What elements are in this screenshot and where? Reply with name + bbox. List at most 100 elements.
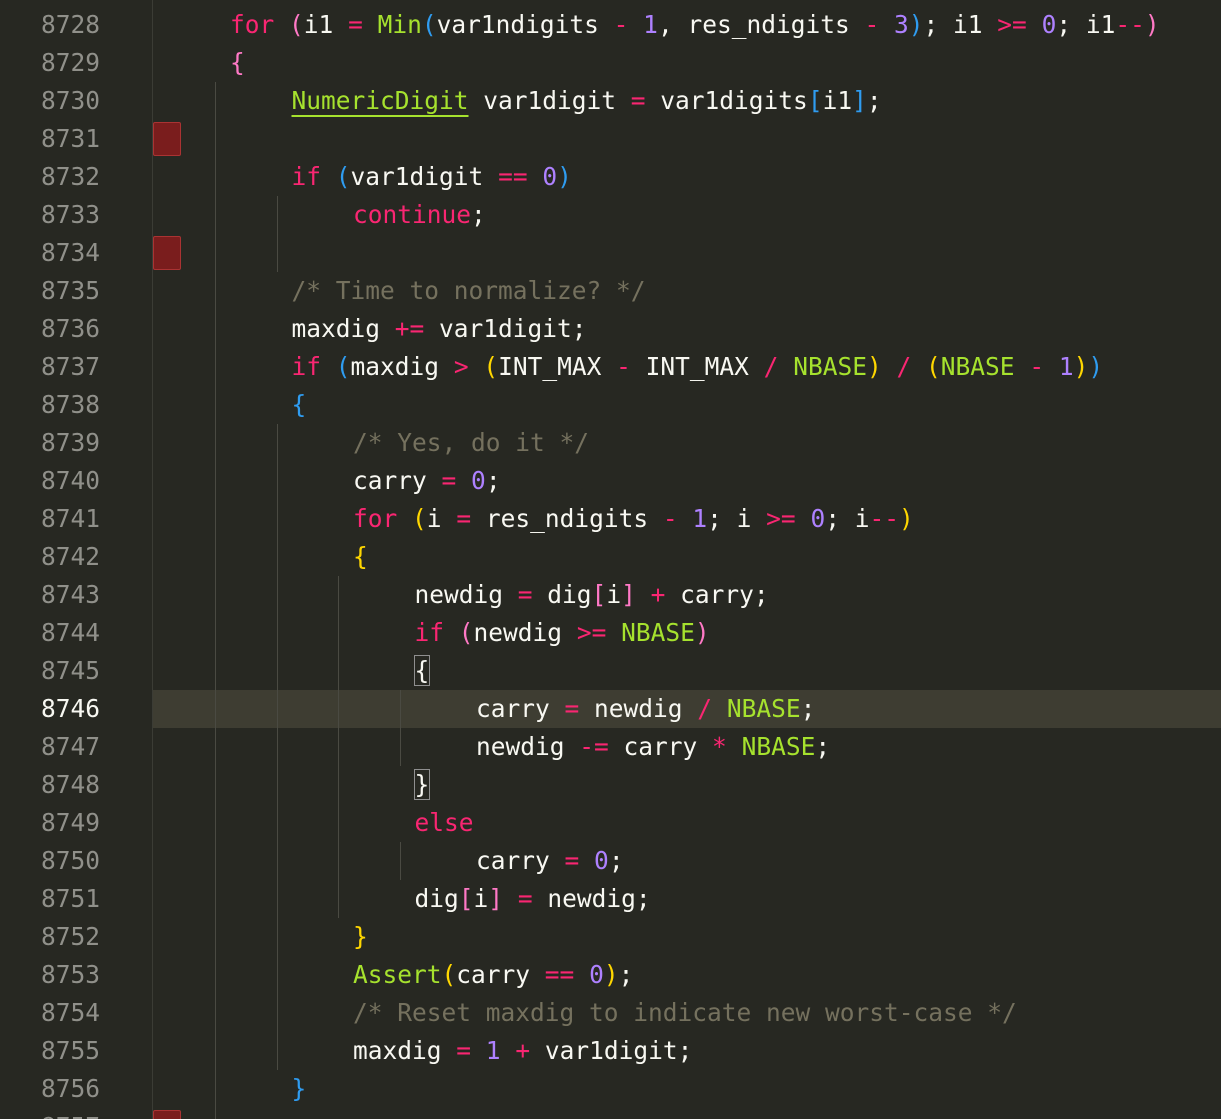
code-token: 3 <box>893 10 909 39</box>
code-token: maxdig <box>353 1036 457 1065</box>
line-number[interactable]: 8744 <box>0 614 100 652</box>
code-token: -= <box>579 732 609 761</box>
breakpoint-marker[interactable] <box>153 1110 181 1119</box>
code-token: var1digit <box>350 162 499 191</box>
line-number[interactable]: 8738 <box>0 386 100 424</box>
line-number[interactable]: 8731 <box>0 120 100 158</box>
code-line[interactable]: } <box>292 1070 307 1108</box>
line-number[interactable]: 8736 <box>0 310 100 348</box>
code-line[interactable]: Assert(carry == 0); <box>353 956 633 994</box>
line-number[interactable]: 8742 <box>0 538 100 576</box>
line-number[interactable]: 8757 <box>0 1108 100 1119</box>
line-number[interactable]: 8743 <box>0 576 100 614</box>
code-token: Min <box>377 10 422 39</box>
code-line[interactable]: carry = 0; <box>476 842 624 880</box>
code-line[interactable]: for (i1 = Min(var1ndigits - 1, res_ndigi… <box>230 6 1160 44</box>
code-line[interactable]: { <box>353 538 368 576</box>
code-token: >= <box>576 618 607 647</box>
indent-guide <box>276 196 278 272</box>
line-number[interactable]: 8739 <box>0 424 100 462</box>
code-token: 0 <box>1041 10 1057 39</box>
line-number[interactable]: 8750 <box>0 842 100 880</box>
code-token: carry <box>476 694 565 723</box>
code-line[interactable]: } <box>413 766 431 804</box>
code-token: ) <box>603 960 619 989</box>
line-number[interactable]: 8753 <box>0 956 100 994</box>
code-token: >= <box>997 10 1027 39</box>
code-line[interactable]: else <box>415 804 474 842</box>
code-editor[interactable]: 8728 8729 8730 8731 8732 8733 8734 8735 8736 8737… <box>0 0 1221 1119</box>
code-token: ) <box>1088 352 1104 381</box>
code-token: - <box>613 10 629 39</box>
line-number[interactable]: 8754 <box>0 994 100 1032</box>
code-token: 1 <box>1058 352 1074 381</box>
code-line[interactable]: dig[i] = newdig; <box>415 880 651 918</box>
code-line[interactable]: newdig -= carry * NBASE; <box>476 728 830 766</box>
code-line[interactable]: { <box>292 386 307 424</box>
code-line[interactable]: /* Reset maxdig to indicate new worst-ca… <box>353 994 1017 1032</box>
code-line[interactable]: maxdig = 1 + var1digit; <box>353 1032 692 1070</box>
code-line[interactable]: } <box>353 918 368 956</box>
line-number[interactable]: 8728 <box>0 6 100 44</box>
code-line[interactable]: continue; <box>353 196 486 234</box>
line-number[interactable]: 8756 <box>0 1070 100 1108</box>
line-number-gutter[interactable]: 8728 8729 8730 8731 8732 8733 8734 8735 8736 8737… <box>0 0 152 1119</box>
code-token: ( <box>289 10 304 39</box>
code-line[interactable]: carry = newdig / NBASE; <box>476 690 815 728</box>
line-number[interactable]: 8729 <box>0 44 100 82</box>
code-token: if <box>291 352 322 381</box>
line-number[interactable]: 8737 <box>0 348 100 386</box>
line-number[interactable]: 8748 <box>0 766 100 804</box>
line-number[interactable]: 8745 <box>0 652 100 690</box>
line-number[interactable]: 8734 <box>0 234 100 272</box>
code-token: carry; <box>665 580 769 609</box>
code-token: i1 <box>303 10 349 39</box>
code-token: { <box>291 390 307 419</box>
line-number[interactable]: 8747 <box>0 728 100 766</box>
code-token: ( <box>412 504 427 533</box>
code-token: carry <box>608 732 713 761</box>
code-line[interactable]: { <box>230 44 245 82</box>
line-number[interactable]: 8732 <box>0 158 100 196</box>
code-token: ] <box>488 884 504 913</box>
code-token: ; <box>866 86 882 115</box>
code-token: newdig <box>476 732 580 761</box>
line-number[interactable]: 8746 <box>0 690 100 728</box>
code-line[interactable]: NumericDigit var1digit = var1digits[i1]; <box>292 82 882 120</box>
line-number[interactable]: 8751 <box>0 880 100 918</box>
code-token: = <box>630 86 646 115</box>
line-number[interactable]: 8730 <box>0 82 100 120</box>
code-line[interactable]: /* Time to normalize? */ <box>292 272 646 310</box>
breakpoint-marker[interactable] <box>153 236 181 270</box>
line-number[interactable]: 8735 <box>0 272 100 310</box>
code-line[interactable]: { <box>413 652 431 690</box>
line-number[interactable]: 8749 <box>0 804 100 842</box>
code-line[interactable]: maxdig += var1digit; <box>292 310 587 348</box>
breakpoint-marker[interactable] <box>153 122 181 156</box>
code-line[interactable]: for (i = res_ndigits - 1; i >= 0; i--) <box>353 500 914 538</box>
code-token: ] <box>621 580 636 609</box>
line-number[interactable]: 8741 <box>0 500 100 538</box>
code-token: > <box>453 352 469 381</box>
code-line[interactable]: if (maxdig > (INT_MAX - INT_MAX / NBASE)… <box>292 348 1104 386</box>
line-number[interactable]: 8740 <box>0 462 100 500</box>
code-token: ) <box>908 10 924 39</box>
code-token: == <box>498 162 528 191</box>
code-token: i <box>606 580 622 609</box>
code-line[interactable]: if (newdig >= NBASE) <box>415 614 710 652</box>
line-number[interactable]: 8733 <box>0 196 100 234</box>
code-token: } <box>291 1074 307 1103</box>
code-token: carry <box>353 466 442 495</box>
line-number[interactable]: 8755 <box>0 1032 100 1070</box>
code-line[interactable]: newdig = dig[i] + carry; <box>415 576 769 614</box>
code-line[interactable]: if (var1digit == 0) <box>292 158 572 196</box>
line-number[interactable]: 8752 <box>0 918 100 956</box>
code-line[interactable]: carry = 0; <box>353 462 501 500</box>
code-token: 1 <box>485 1036 501 1065</box>
code-line[interactable]: /* Yes, do it */ <box>353 424 589 462</box>
code-token: ( <box>335 162 351 191</box>
